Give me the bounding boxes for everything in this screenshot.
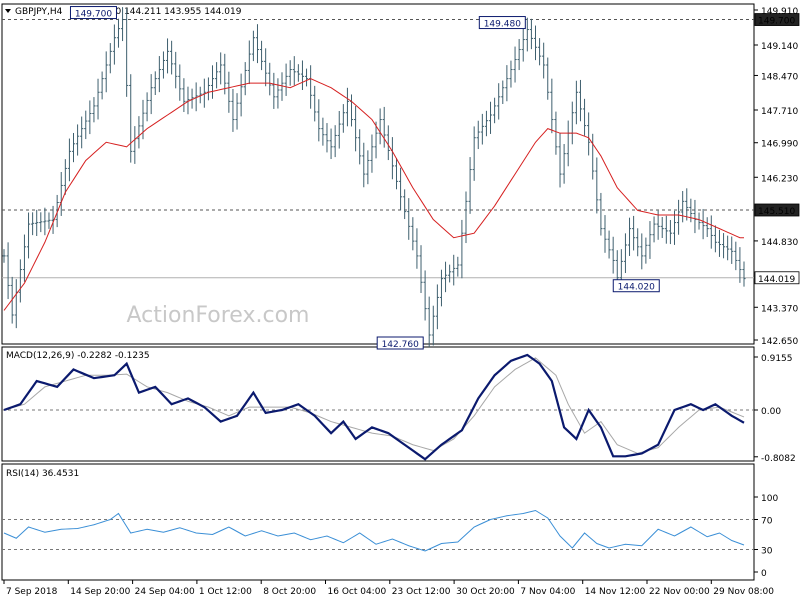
price-level-tag-text: 145.510	[758, 207, 795, 217]
rsi-tick-label: 30	[761, 547, 773, 557]
x-tick-label: 7 Sep 2018	[6, 587, 58, 597]
annotation-label: 144.020	[618, 283, 655, 293]
price-annotations: 149.700 149.480 142.760 144.020	[69, 6, 660, 350]
symbol-label: GBPJPY,H4	[15, 7, 63, 17]
rsi-tick-label: 100	[761, 494, 778, 504]
macd-main-line	[3, 353, 745, 461]
x-tick-label: 29 Nov 08:00	[713, 587, 774, 597]
x-tick-label: 23 Oct 12:00	[392, 587, 451, 597]
price-tick-label: 143.370	[761, 304, 798, 314]
price-tick-label: 146.990	[761, 140, 798, 150]
annotation-label: 149.700	[75, 10, 112, 20]
annotation-label: 142.760	[382, 340, 419, 350]
price-tick-label: 144.830	[761, 238, 798, 248]
price-tick-label: 149.140	[761, 42, 798, 52]
dropdown-triangle-icon[interactable]	[5, 9, 11, 13]
rsi-panel-border	[1, 463, 755, 581]
x-axis-ticks: 7 Sep 2018 14 Sep 20:00 24 Sep 04:00 1 Oct …	[3, 580, 774, 597]
watermark-text: ActionForex.com	[127, 303, 310, 328]
price-tick-label: 146.230	[761, 174, 798, 184]
x-tick-label: 22 Nov 00:00	[649, 587, 710, 597]
macd-tick-label: 0.9155	[761, 354, 793, 364]
chart-window: ActionForex.com GBPJPY,H4 144.110 144.21…	[0, 0, 800, 600]
price-tick-label: 142.650	[761, 337, 798, 347]
price-level-tag-text: 149.700	[758, 17, 795, 27]
rsi-title: RSI(14) 36.4531	[6, 469, 79, 479]
x-tick-label: 14 Nov 12:00	[585, 587, 646, 597]
macd-title: MACD(12,26,9) -0.2282 -0.1235	[6, 351, 150, 361]
price-level-tag-text: 144.019	[758, 275, 795, 285]
x-tick-label: 30 Oct 20:00	[456, 587, 515, 597]
price-tick-label: 148.470	[761, 72, 798, 82]
macd-signal-line	[3, 357, 745, 454]
x-tick-label: 16 Oct 04:00	[328, 587, 387, 597]
x-tick-label: 7 Nov 04:00	[520, 587, 575, 597]
macd-tick-label: 0.00	[761, 407, 781, 417]
macd-tick-label: -0.8082	[761, 454, 796, 464]
price-series	[2, 7, 746, 348]
x-tick-label: 1 Oct 12:00	[199, 587, 252, 597]
rsi-line	[3, 509, 745, 552]
annotation-label: 149.480	[484, 20, 521, 30]
x-tick-label: 14 Sep 20:00	[70, 587, 130, 597]
moving-average-series	[3, 78, 744, 311]
rsi-tick-label: 0	[761, 569, 767, 579]
moving-average-line	[3, 78, 744, 311]
price-tick-label: 147.710	[761, 107, 798, 117]
rsi-series	[2, 509, 754, 552]
chart-canvas: ActionForex.com GBPJPY,H4 144.110 144.21…	[1, 3, 800, 597]
macd-series	[2, 353, 754, 461]
x-tick-label: 24 Sep 04:00	[135, 587, 195, 597]
x-tick-label: 8 Oct 20:00	[263, 587, 316, 597]
macd-panel-border	[1, 346, 755, 462]
rsi-tick-label: 70	[761, 517, 773, 527]
y-axis-ticks: 149.910149.700149.140148.470147.710146.9…	[754, 7, 800, 579]
